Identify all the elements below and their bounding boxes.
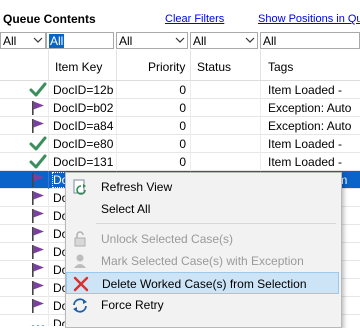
priority-cell: 0 [179,137,186,151]
item-key-cell: DocID=131 [53,155,114,169]
table-row[interactable]: DocID=12b 0 Item Loaded - [0,81,360,99]
column-header-item-key[interactable]: Item Key [55,60,102,74]
filter-tags[interactable]: All [260,32,360,49]
item-key-cell: DocID=b02 [53,101,114,115]
user-icon [74,254,86,268]
filter-status[interactable]: All [190,32,258,49]
filter-item-key[interactable]: All [46,32,114,49]
table-row[interactable]: DocID=a84 0 Exception: Auto [0,117,360,135]
filter-icon-column[interactable]: All [0,32,46,49]
context-menu: Refresh View Select All Unlock Selected … [65,172,342,328]
tags-cell: Item Loaded - [268,83,343,97]
chevron-down-icon [245,37,255,43]
priority-cell: 0 [179,155,186,169]
menu-item-select-all[interactable]: Select All [66,198,339,220]
chevron-down-icon [33,37,43,43]
menu-separator [96,223,336,224]
filter-priority[interactable]: All [116,32,188,49]
tags-cell: Exception: Auto [268,101,352,115]
flag-icon [28,262,48,278]
chevron-down-icon [175,37,185,43]
item-key-cell: DocID=e80 [53,137,114,151]
flag-icon [28,118,48,134]
priority-cell: 0 [179,119,186,133]
flag-icon [28,298,48,314]
menu-item-unlock[interactable]: Unlock Selected Case(s) [66,228,339,250]
show-positions-link[interactable]: Show Positions in Qu [258,13,360,25]
ellipsis-icon [28,316,48,326]
tags-cell: Item Loaded - [268,155,343,169]
filter-bar: All All All All All [0,32,360,49]
flag-icon [28,100,48,116]
clear-filters-link[interactable]: Clear Filters [165,13,224,25]
menu-item-delete-worked[interactable]: Delete Worked Case(s) from Selection [66,272,339,294]
check-icon [28,82,48,98]
priority-cell: 0 [179,101,186,115]
tags-cell: Exception: Auto [268,119,352,133]
item-key-cell: DocID=a84 [53,119,114,133]
check-icon [28,154,48,170]
table-row[interactable]: DocID=131 0 Item Loaded - [0,153,360,171]
flag-icon [28,208,48,224]
menu-item-force-retry[interactable]: Force Retry [66,294,339,316]
column-header-tags[interactable]: Tags [268,60,293,74]
retry-arrows-icon [73,298,87,313]
queue-header: Queue Contents Clear Filters Show Positi… [0,0,360,30]
flag-icon [28,226,48,242]
menu-item-refresh-view[interactable]: Refresh View [66,176,339,198]
queue-title: Queue Contents [3,12,96,26]
check-icon [28,136,48,152]
delete-x-icon [73,276,89,292]
column-header-priority[interactable]: Priority [148,60,185,74]
flag-icon [28,172,48,188]
column-header-row: Item Key Priority Status Tags [0,50,360,81]
flag-icon [28,190,48,206]
flag-icon [28,280,48,296]
lock-icon [74,231,86,247]
refresh-icon [73,179,86,195]
table-row[interactable]: DocID=b02 0 Exception: Auto [0,99,360,117]
flag-icon [28,244,48,260]
tags-cell: Item Loaded - [268,137,343,151]
column-header-status[interactable]: Status [197,60,231,74]
item-key-cell: DocID=12b [53,83,114,97]
priority-cell: 0 [179,83,186,97]
menu-item-mark-exception[interactable]: Mark Selected Case(s) with Exception [66,250,339,272]
table-row[interactable]: DocID=e80 0 Item Loaded - [0,135,360,153]
